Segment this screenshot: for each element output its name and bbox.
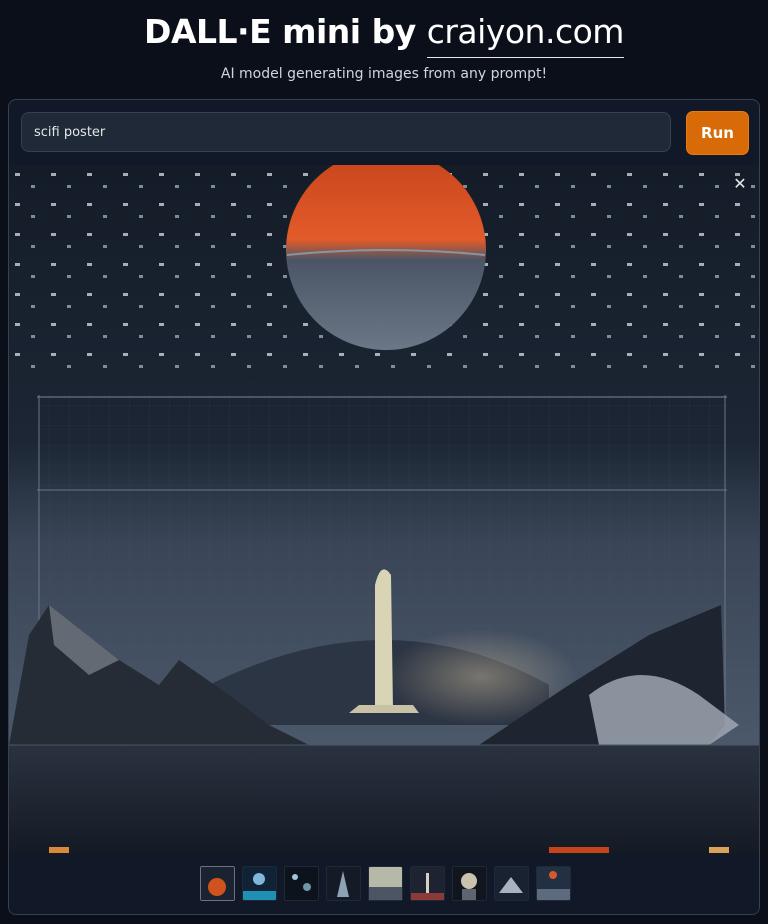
- thumbnail-7[interactable]: [452, 866, 487, 901]
- prompt-input[interactable]: scifi poster: [21, 112, 671, 152]
- generated-image: [9, 165, 759, 855]
- thumbnail-3-image: [285, 867, 318, 900]
- thumbnail-4-image: [327, 867, 360, 900]
- page-title: DALL·E mini by craiyon.com: [0, 12, 768, 58]
- thumbnail-6-image: [411, 867, 444, 900]
- thumbnail-7-image: [453, 867, 486, 900]
- thumbnail-9-image: [537, 867, 570, 900]
- thumbnail-6[interactable]: [410, 866, 445, 901]
- title-text: DALL·E mini by: [144, 12, 427, 51]
- thumbnail-1[interactable]: [200, 866, 235, 901]
- thumbnail-2-image: [243, 867, 276, 900]
- thumbnail-1-image: [201, 867, 234, 900]
- subtitle: AI model generating images from any prom…: [220, 66, 548, 82]
- main-panel: scifi poster Run ✕: [8, 99, 760, 915]
- thumbnail-8-image: [495, 867, 528, 900]
- thumbnail-5-image: [369, 867, 402, 900]
- thumbnail-3[interactable]: [284, 866, 319, 901]
- thumbnail-9[interactable]: [536, 866, 571, 901]
- thumbnail-4[interactable]: [326, 866, 361, 901]
- thumbnail-5[interactable]: [368, 866, 403, 901]
- run-button[interactable]: Run: [686, 111, 749, 155]
- thumbnail-strip: [9, 855, 759, 914]
- thumbnail-2[interactable]: [242, 866, 277, 901]
- generated-image-viewer: ✕: [9, 165, 759, 855]
- close-icon[interactable]: ✕: [729, 173, 751, 195]
- thumbnail-8[interactable]: [494, 866, 529, 901]
- craiyon-link[interactable]: craiyon.com: [426, 12, 624, 58]
